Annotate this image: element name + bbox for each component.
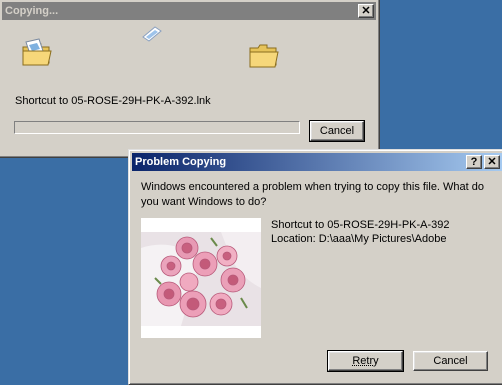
shortcut-icon bbox=[22, 38, 52, 66]
problem-message-line1: Windows encountered a problem when tryin… bbox=[141, 181, 485, 193]
problem-message-line2: you want Windows to do? bbox=[141, 196, 267, 208]
problem-file-name: Shortcut to 05-ROSE-29H-PK-A-392 bbox=[271, 219, 450, 231]
copying-title: Copying... bbox=[5, 5, 59, 17]
close-icon: ✕ bbox=[361, 4, 371, 17]
retry-label: Retry bbox=[352, 355, 379, 367]
flying-paper-icon bbox=[142, 26, 162, 42]
copying-cancel-label: Cancel bbox=[319, 125, 355, 137]
copying-cancel-button[interactable]: Cancel bbox=[309, 120, 365, 142]
problem-title: Problem Copying bbox=[135, 156, 227, 168]
problem-close-button[interactable]: ✕ bbox=[484, 155, 500, 169]
rose-thumbnail bbox=[141, 218, 261, 338]
help-icon: ? bbox=[470, 155, 478, 168]
copy-progress-bar bbox=[14, 121, 300, 134]
problem-copying-dialog: Problem Copying ? ✕ Windows encountered … bbox=[128, 149, 502, 385]
problem-cancel-button[interactable]: Cancel bbox=[413, 351, 488, 371]
copying-close-button[interactable]: ✕ bbox=[358, 4, 374, 18]
problem-title-bar[interactable]: Problem Copying ? ✕ bbox=[132, 153, 502, 171]
copying-file-label: Shortcut to 05-ROSE-29H-PK-A-392.lnk bbox=[15, 95, 211, 107]
problem-file-location: Location: D:\aaa\My Pictures\Adobe bbox=[271, 233, 447, 245]
rose-thumbnail-image bbox=[141, 232, 261, 326]
problem-cancel-label: Cancel bbox=[433, 355, 468, 367]
close-icon: ✕ bbox=[487, 155, 497, 168]
copying-dialog: Copying... ✕ Shortcut to 05-ROSE-29H-PK-… bbox=[0, 0, 380, 158]
copying-title-bar[interactable]: Copying... ✕ bbox=[2, 2, 376, 20]
help-button[interactable]: ? bbox=[466, 155, 482, 169]
retry-button[interactable]: Retry bbox=[327, 350, 404, 372]
folder-icon bbox=[249, 44, 279, 68]
